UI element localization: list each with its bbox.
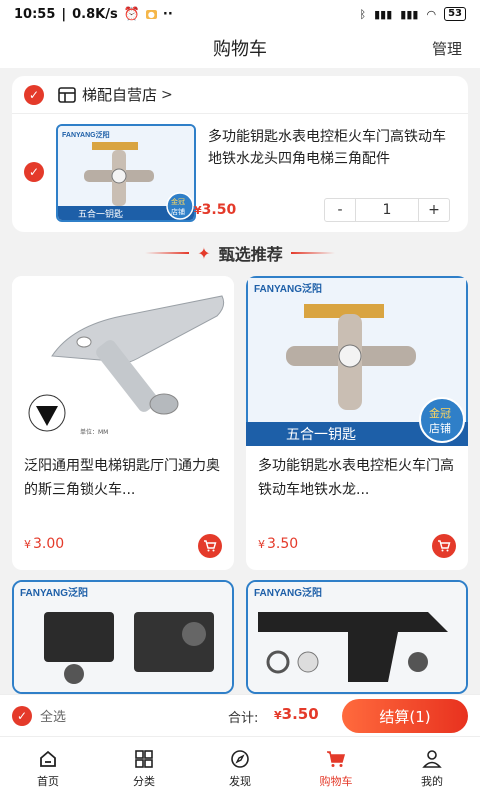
thumb-brand: FANYANG泛阳 [62,130,110,139]
cart-icon [438,540,451,552]
user-icon [422,749,442,768]
status-bar: 10:55 | 0.8K/s ⏰ ● ·· ᛒ ▮▮▮ ▮▮▮ ◠ 53 [0,0,480,28]
product-currency: ¥ [24,538,31,551]
compass-icon [231,749,249,768]
grid-icon [135,749,153,768]
tab-category[interactable]: 分类 [96,737,192,800]
bottom-tab-bar: 首页 分类 发现 购物车 我的 [0,736,480,800]
product-card[interactable]: FANYANG泛阳 [12,580,234,694]
product-badge-2: 店铺 [429,421,451,435]
select-all-check-icon[interactable]: ✓ [12,705,32,726]
product-caption: 五合一钥匙 [286,427,356,443]
product-price-value: 3.50 [267,536,299,552]
add-to-cart-button[interactable] [432,534,456,558]
notification-badge-icon: ● [145,9,157,19]
tab-home[interactable]: 首页 [0,737,96,800]
total-currency: ¥ [274,709,282,722]
tab-label: 购物车 [319,774,353,788]
status-right: ᛒ ▮▮▮ ▮▮▮ ◠ 53 [360,7,466,21]
home-icon [40,750,56,767]
tab-label: 发现 [229,774,251,788]
tab-discover[interactable]: 发现 [192,737,288,800]
product-brand: FANYANG泛阳 [254,586,322,599]
product-image-door-hanger: FANYANG泛阳 [248,582,466,692]
product-name[interactable]: 泛阳通用型电梯钥匙厅门通力奥的斯三角锁火车... [24,454,224,502]
product-price: ¥3.00 [24,536,64,552]
more-dots-icon: ·· [162,6,173,22]
status-time: 10:55 [14,6,56,22]
checkout-bar: ✓ 全选 合计: ¥3.50 结算(1) [0,694,480,736]
product-price-value: 3.00 [33,536,65,552]
decrease-button[interactable]: - [325,199,355,221]
checkout-button[interactable]: 结算(1) [342,699,468,733]
item-title[interactable]: 多功能钥匙水表电控柜火车门高铁动车地铁水龙头四角电梯三角配件 [208,126,458,170]
divider-right [290,252,335,254]
status-speed: 0.8K/s [72,6,118,22]
tab-label: 分类 [133,774,155,788]
item-currency: ¥ [194,204,202,217]
key-product-image: FANYANG泛阳 五合一钥匙 金冠 店铺 [58,126,194,220]
cart-icon [204,540,217,552]
increase-button[interactable]: + [419,199,449,221]
add-to-cart-button[interactable] [198,534,222,558]
product-card[interactable]: FANYANG泛阳 五合一钥匙 金冠 店铺 多功能钥匙水表电控柜火车门高铁动车地… [246,276,468,570]
product-badge-1: 金冠 [429,406,451,420]
total-label: 合计: [228,711,259,726]
signal-icon: ▮▮▮ [374,7,393,21]
product-image-door-lock: FANYANG泛阳 [14,582,232,692]
divider-left [145,252,190,254]
tab-label: 首页 [37,774,59,788]
store-name[interactable]: 梯配自营店 [82,84,157,105]
product-image-five-in-one-key: FANYANG泛阳 五合一钥匙 金冠 店铺 [246,276,468,446]
recommend-title: 甄选推荐 [218,245,283,264]
tab-cart[interactable]: 购物车 [288,737,384,800]
star-icon: ✦ [197,243,211,263]
product-currency: ¥ [258,538,265,551]
item-price: ¥3.50 [194,202,236,218]
alarm-icon: ⏰ [123,6,140,22]
signal-icon-2: ▮▮▮ [400,7,419,21]
recommend-section-title: ✦ 甄选推荐 [0,238,480,268]
product-brand: FANYANG泛阳 [254,282,322,295]
product-price: ¥3.50 [258,536,298,552]
total-value: ¥3.50 [274,705,319,723]
thumb-caption: 五合一钥匙 [78,208,123,220]
cart-icon [327,750,346,767]
manage-button[interactable]: 管理 [432,38,462,59]
status-separator: | [61,6,67,22]
item-price-value: 3.50 [201,202,237,218]
quantity-value[interactable]: 1 [355,199,419,221]
unit-note: 单位：MM [80,428,108,436]
store-row[interactable]: ✓ 梯配自营店 > [12,76,468,114]
product-image-triangle-key: 单位：MM [12,276,234,446]
nav-bar: 购物车 管理 [0,28,480,68]
total-amount: 3.50 [281,705,319,723]
product-name[interactable]: 多功能钥匙水表电控柜火车门高铁动车地铁水龙... [258,454,458,502]
cart-store-card: ✓ 梯配自营店 > ✓ FANYANG泛阳 五合一钥匙 金冠 店铺 多功能钥匙水… [12,76,468,232]
select-all-label[interactable]: 全选 [40,706,66,725]
product-card[interactable]: 单位：MM 泛阳通用型电梯钥匙厅门通力奥的斯三角锁火车... ¥3.00 [12,276,234,570]
quantity-stepper: - 1 + [324,198,450,222]
status-left: 10:55 | 0.8K/s ⏰ ● ·· [14,7,173,22]
page-title: 购物车 [213,39,267,60]
item-thumbnail[interactable]: FANYANG泛阳 五合一钥匙 金冠 店铺 [56,124,196,222]
battery-icon: 53 [444,7,466,21]
product-card[interactable]: FANYANG泛阳 [246,580,468,694]
wifi-icon: ◠ [426,7,437,21]
thumb-badge-1: 金冠 [171,197,185,206]
product-brand: FANYANG泛阳 [20,586,88,599]
chevron-right-icon[interactable]: > [161,87,173,103]
bluetooth-icon: ᛒ [359,7,367,21]
store-icon [58,86,76,103]
thumb-badge-2: 店铺 [171,207,185,216]
store-check-icon[interactable]: ✓ [24,84,44,105]
tab-mine[interactable]: 我的 [384,737,480,800]
item-check-icon[interactable]: ✓ [24,162,44,182]
tab-label: 我的 [421,774,443,788]
